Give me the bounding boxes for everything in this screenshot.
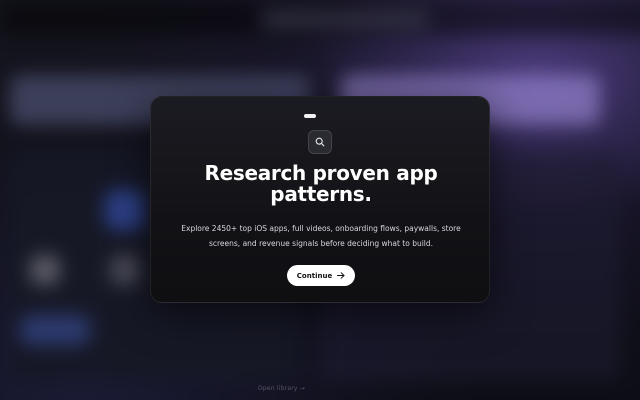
blurred-app-icon xyxy=(30,255,60,285)
arrow-right-icon xyxy=(337,272,345,279)
blurred-search-pill xyxy=(260,10,430,28)
blurred-app-icon xyxy=(105,190,145,230)
blurred-app-icon xyxy=(20,315,90,345)
blurred-footer-link: Open library → xyxy=(258,385,305,392)
onboarding-modal: Research proven app patterns. Explore 24… xyxy=(150,96,490,303)
continue-button-label: Continue xyxy=(296,271,333,280)
modal-description: Explore 2450+ top iOS apps, full videos,… xyxy=(181,224,461,248)
search-icon-badge xyxy=(308,130,332,154)
app-screen: Open library → Research proven app patte… xyxy=(0,0,640,400)
search-icon xyxy=(315,137,325,147)
modal-title: Research proven app patterns. xyxy=(204,161,438,206)
step-indicator xyxy=(304,114,316,118)
blurred-app-icon xyxy=(110,255,140,285)
continue-button[interactable]: Continue xyxy=(287,265,355,286)
